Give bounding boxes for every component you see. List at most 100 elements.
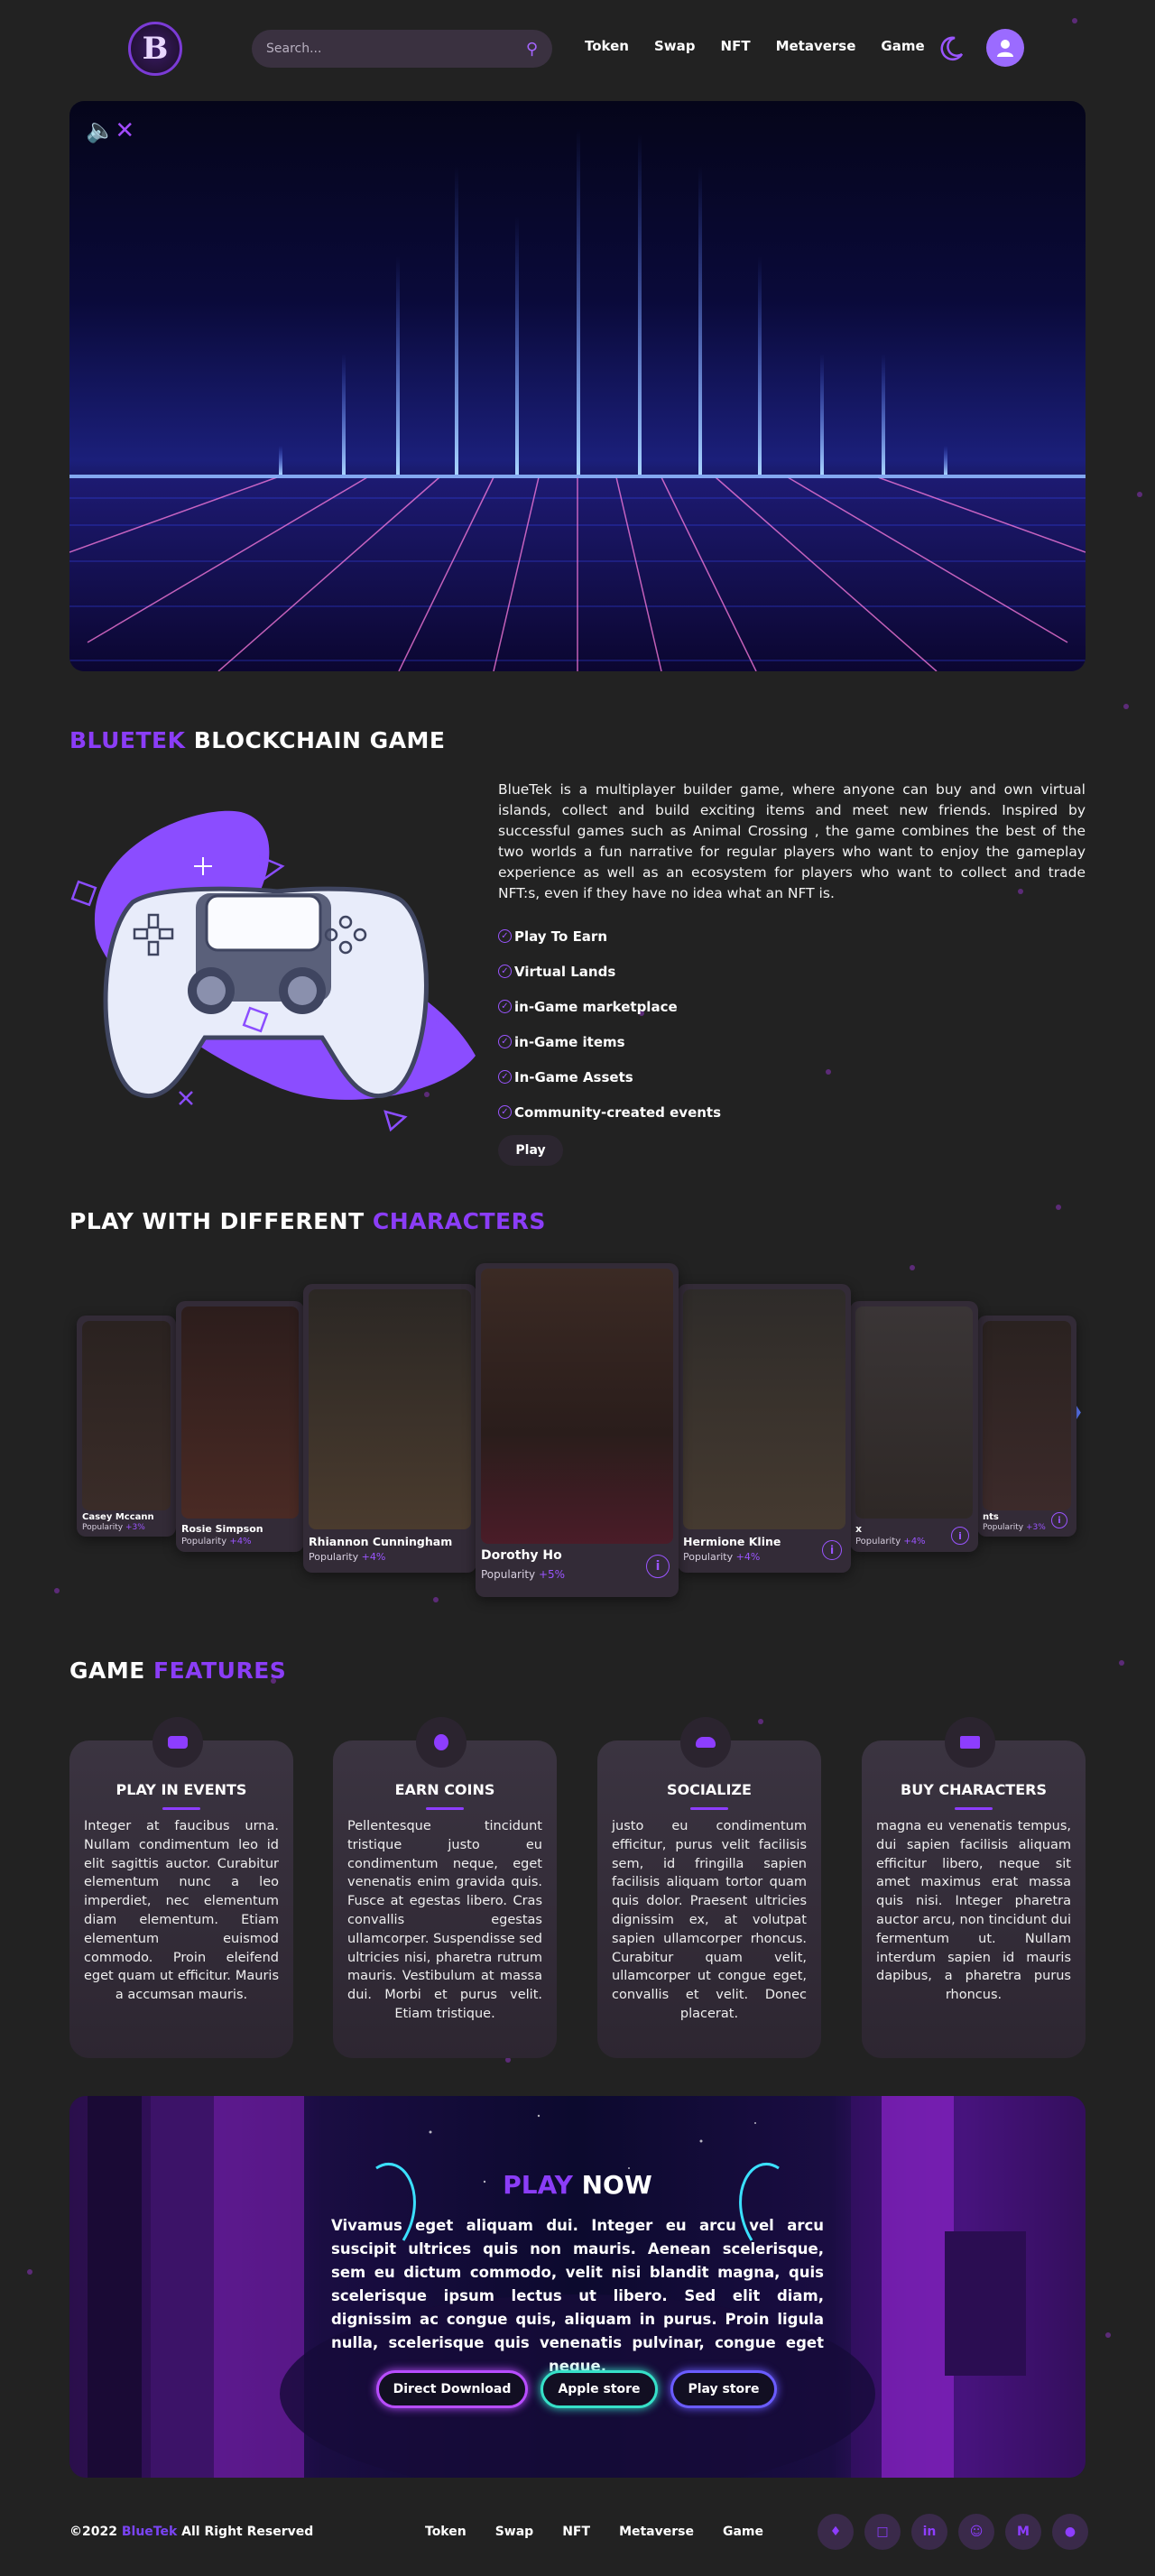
character-popularity: Popularity +4% [309,1551,385,1563]
character-card[interactable]: Rhiannon Cunningham Popularity +4% [303,1284,476,1573]
feature-card-events: PLAY IN EVENTS Integer at faucibus urna.… [69,1717,293,2058]
feature-item: ✓ in-Game items [498,1024,721,1059]
dark-mode-icon[interactable] [937,34,966,63]
bluetek-logo[interactable]: B [128,22,182,76]
popularity-label: Popularity [82,1523,124,1532]
coinmarketcap-icon[interactable]: ● [1052,2514,1088,2550]
copyright: ©2022 BlueTek All Right Reserved [69,2525,313,2539]
popularity-value: +4% [361,1551,386,1563]
footer-menu-swap[interactable]: Swap [495,2525,534,2539]
feature-item: ✓ Community-created events [498,1094,721,1130]
popularity-label: Popularity [481,1568,536,1581]
main-menu: Token Swap NFT Metaverse Game [585,38,950,54]
hero-banner: 🔈✕ [69,101,1086,671]
copyright-suffix: All Right Reserved [177,2525,314,2539]
check-icon: ✓ [498,1035,512,1048]
footer-menu-nft[interactable]: NFT [562,2525,590,2539]
direct-download-button[interactable]: Direct Download [376,2370,528,2408]
game-features-title-accent: FEATURES [153,1657,287,1684]
check-icon: ✓ [498,1000,512,1013]
mute-icon[interactable]: 🔈✕ [86,117,134,144]
character-card[interactable]: Rosie Simpson Popularity +4% [176,1301,304,1552]
character-popularity: Popularity +4% [181,1537,252,1547]
footer-menu-token[interactable]: Token [425,2525,467,2539]
hero-grid-art [69,128,1086,671]
characters-title: PLAY WITH DIFFERENT CHARACTERS [69,1208,546,1234]
feature-card-title: PLAY IN EVENTS [116,1781,247,1798]
popularity-value: +3% [1025,1523,1046,1532]
character-popularity: Popularity +5% [481,1568,565,1581]
feature-item: ✓ Play To Earn [498,919,721,954]
info-icon[interactable]: i [646,1555,670,1578]
play-now-title: PLAY NOW [69,2170,1086,2200]
info-icon[interactable]: i [822,1540,842,1560]
instagram-icon[interactable]: □ [864,2514,901,2550]
character-image [181,1306,299,1519]
search-box: ⚲ [252,30,552,68]
character-popularity: Popularity +4% [683,1551,760,1563]
play-now-text: Vivamus eget aliquam dui. Integer eu arc… [331,2217,824,2375]
title-underline [955,1807,993,1810]
character-card-active[interactable]: Dorothy Ho Popularity +5% i [476,1263,679,1597]
id-card-icon [945,1717,995,1768]
feature-card-text: magna eu venenatis tempus, dui sapien fa… [876,1819,1071,2003]
check-icon: ✓ [498,1105,512,1119]
search-icon[interactable]: ⚲ [526,40,538,59]
menu-token[interactable]: Token [585,38,629,54]
popularity-label: Popularity [181,1537,227,1547]
info-icon[interactable]: i [951,1527,969,1545]
menu-swap[interactable]: Swap [654,38,696,54]
footer: ©2022 BlueTek All Right Reserved Token S… [0,2499,1155,2571]
title-underline [690,1807,728,1810]
footer-menu-metaverse[interactable]: Metaverse [619,2525,694,2539]
gamepad-illustration [70,810,476,1132]
apple-store-button[interactable]: Apple store [541,2370,658,2408]
menu-game[interactable]: Game [881,38,924,54]
footer-brand: BlueTek [121,2525,178,2539]
twitter-icon[interactable]: ♦ [818,2514,854,2550]
feature-item: ✓ In-Game Assets [498,1059,721,1094]
footer-menu-game[interactable]: Game [723,2525,763,2539]
character-card[interactable]: x Popularity +4% i [850,1301,978,1552]
feature-item: ✓ in-Game marketplace [498,989,721,1024]
character-name: nts [983,1512,999,1522]
play-store-button[interactable]: Play store [670,2370,777,2408]
search-input[interactable] [266,42,526,56]
social-links: ♦ □ in ☺ M ● [818,2514,1088,2550]
character-card[interactable]: Casey Mccann Popularity +3% [77,1316,176,1537]
character-card[interactable]: Hermione Kline Popularity +4% i [678,1284,851,1573]
about-feature-list: ✓ Play To Earn ✓ Virtual Lands ✓ in-Game ma… [498,919,721,1130]
users-icon [680,1717,731,1768]
info-icon[interactable]: i [1051,1512,1067,1528]
feature-label: Play To Earn [514,928,608,945]
check-icon: ✓ [498,1070,512,1084]
title-underline [426,1807,464,1810]
popularity-label: Popularity [683,1551,734,1563]
feature-label: Community-created events [514,1103,722,1121]
coins-icon [416,1717,467,1768]
feature-card-socialize: SOCIALIZE justo eu condimentum efficitur… [597,1717,821,2058]
about-description: BlueTek is a multiplayer builder game, w… [498,781,1086,901]
user-avatar-button[interactable] [986,29,1024,67]
linkedin-icon[interactable]: in [911,2514,947,2550]
game-features-title: GAME FEATURES [69,1657,286,1684]
medium-icon[interactable]: M [1005,2514,1041,2550]
character-name: Rosie Simpson [181,1523,263,1535]
feature-card-title: SOCIALIZE [667,1781,752,1798]
character-popularity: Popularity +4% [855,1537,926,1547]
menu-metaverse[interactable]: Metaverse [776,38,856,54]
feature-card-text: Pellentesque tincidunt tristique justo e… [347,1819,542,2021]
character-card[interactable]: nts Popularity +3% i [977,1316,1076,1537]
feature-label: Virtual Lands [514,963,616,980]
feature-label: In-Game Assets [514,1068,633,1085]
menu-nft[interactable]: NFT [721,38,751,54]
footer-menu: Token Swap NFT Metaverse Game [425,2525,792,2539]
about-title-accent: BLUETEK [69,727,186,753]
game-features-title-rest: GAME [69,1657,154,1684]
play-button[interactable]: Play [498,1135,563,1166]
popularity-label: Popularity [309,1551,359,1563]
reddit-icon[interactable]: ☺ [958,2514,994,2550]
popularity-value: +5% [538,1568,566,1581]
feature-card-text: justo eu condimentum efficitur, purus ve… [612,1819,807,2021]
check-icon: ✓ [498,929,512,943]
